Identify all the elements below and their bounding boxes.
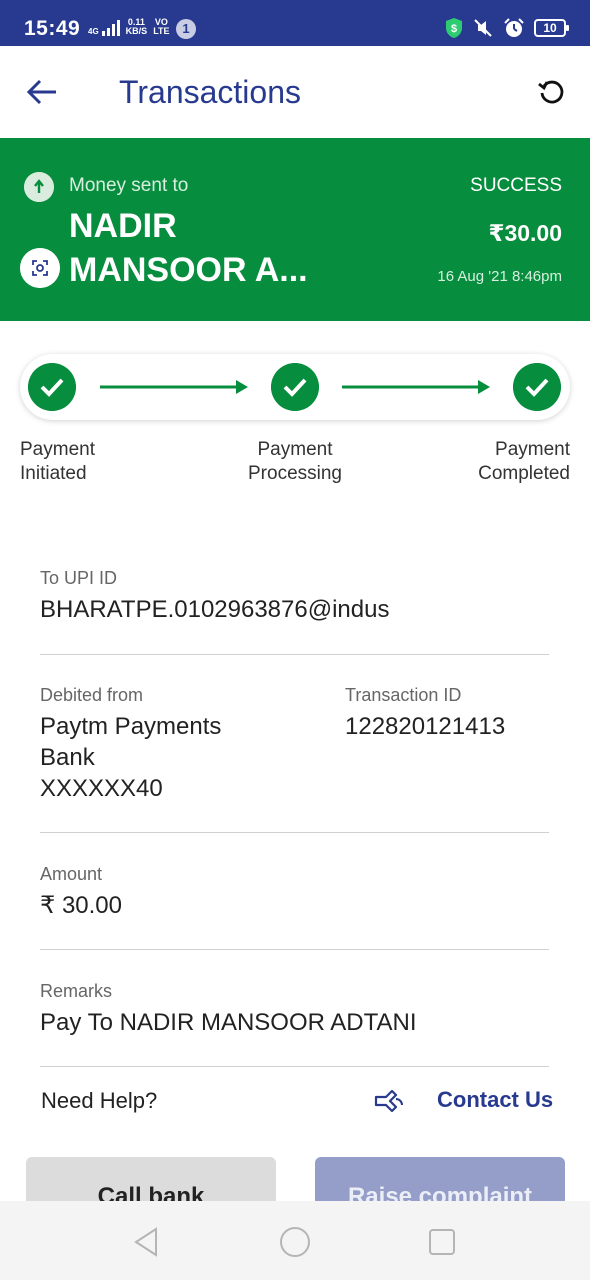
status-time: 15:49	[24, 17, 81, 40]
svg-text:$: $	[451, 23, 457, 35]
summary-amount: ₹30.00	[488, 220, 562, 246]
notification-count-badge: 1	[176, 19, 196, 39]
amount-value: ₹ 30.00	[40, 892, 122, 919]
network-indicator: 4G 0.11 KB/S VO LTE	[88, 18, 170, 36]
step-label-processing: Payment Processing	[248, 439, 342, 484]
transaction-summary: Money sent to NADIR MANSOOR A... SUCCESS…	[0, 138, 590, 321]
network-speed: 0.11 KB/S	[125, 17, 148, 36]
nav-recents-icon[interactable]	[425, 1225, 459, 1259]
divider	[40, 949, 549, 950]
system-navigation-bar	[0, 1201, 590, 1280]
shield-icon: $	[446, 18, 462, 38]
nav-back-icon[interactable]	[130, 1225, 164, 1259]
phone-icon[interactable]	[372, 1083, 408, 1117]
refresh-icon[interactable]	[536, 76, 568, 108]
check-icon	[271, 363, 319, 411]
progress-tracker	[20, 354, 570, 420]
page-title: Transactions	[119, 74, 301, 110]
check-icon	[513, 363, 561, 411]
alarm-icon	[504, 18, 524, 37]
app-bar: Transactions	[0, 46, 590, 138]
mute-icon	[474, 19, 492, 37]
amount-label: Amount	[40, 864, 103, 884]
payee-name: NADIR MANSOOR A...	[69, 207, 308, 289]
check-icon	[28, 363, 76, 411]
network-type: 4G	[88, 27, 99, 36]
remarks-label: Remarks	[40, 981, 113, 1001]
contact-us-link[interactable]: Contact Us	[437, 1087, 553, 1113]
status-badge: SUCCESS	[470, 175, 562, 196]
transaction-datetime: 16 Aug '21 8:46pm	[437, 268, 562, 285]
step-label-completed: Payment Completed	[478, 439, 570, 484]
status-bar: 15:49 4G 0.11 KB/S VO LTE 1 $ 10	[0, 0, 590, 46]
transaction-id-label: Transaction ID	[345, 685, 462, 705]
upi-id-label: To UPI ID	[40, 568, 118, 588]
remarks-value: Pay To NADIR MANSOOR ADTANI	[40, 1009, 417, 1036]
divider	[40, 832, 549, 833]
divider	[40, 654, 549, 655]
status-icons: $ 10	[445, 17, 569, 39]
debited-from-value: Paytm Payments Bank XXXXXX40	[40, 713, 222, 802]
upi-id-value: BHARATPE.0102963876@indus	[40, 596, 390, 623]
arrow-right-icon	[100, 380, 248, 394]
scan-icon[interactable]	[20, 248, 60, 288]
battery-icon: 10	[534, 19, 569, 37]
nav-home-icon[interactable]	[278, 1225, 312, 1259]
arrow-up-icon	[24, 172, 54, 202]
debited-from-label: Debited from	[40, 685, 144, 705]
need-help-text: Need Help?	[41, 1088, 158, 1113]
signal-icon	[101, 20, 120, 36]
arrow-right-icon	[342, 380, 490, 394]
divider	[40, 1066, 549, 1067]
back-arrow-icon[interactable]	[24, 74, 60, 110]
direction-label: Money sent to	[69, 175, 189, 196]
volte-indicator: VO LTE	[153, 17, 170, 36]
transaction-id-value: 122820121413	[345, 713, 506, 740]
step-label-initiated: Payment Initiated	[20, 439, 95, 484]
